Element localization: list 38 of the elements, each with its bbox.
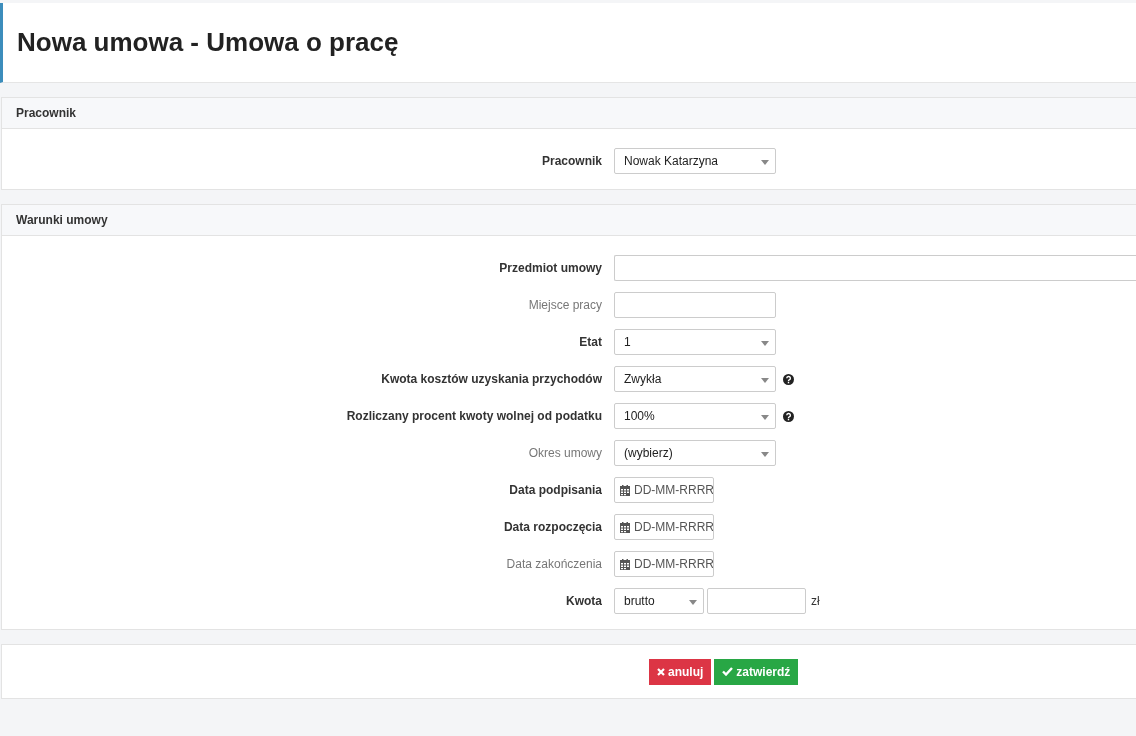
caret-icon xyxy=(761,341,769,346)
input-field[interactable] xyxy=(614,292,776,318)
date-field[interactable]: DD-MM-RRRR xyxy=(614,514,714,540)
field-label: Etat xyxy=(578,335,603,349)
select-field[interactable]: 100% xyxy=(614,403,776,429)
amount-input[interactable] xyxy=(707,588,806,614)
panel-title: Warunki umowy xyxy=(16,213,108,227)
field-label: Przedmiot umowy xyxy=(498,261,603,275)
help-icon[interactable] xyxy=(783,410,794,422)
page-title: Nowa umowa - Umowa o pracę xyxy=(17,27,399,58)
panel-title: Pracownik xyxy=(16,106,77,120)
field-label: Data zakończenia xyxy=(505,557,603,571)
select-field[interactable]: brutto xyxy=(614,588,704,614)
close-icon xyxy=(657,667,665,676)
caret-icon xyxy=(761,415,769,420)
caret-icon xyxy=(761,378,769,383)
caret-icon xyxy=(761,452,769,457)
input-field[interactable] xyxy=(614,255,1136,281)
field-label: Miejsce pracy xyxy=(527,298,603,312)
cancel-button[interactable]: anuluj xyxy=(649,658,712,685)
select-field[interactable]: Zwykła xyxy=(614,366,776,392)
field-label: Okres umowy xyxy=(527,446,603,460)
caret-icon xyxy=(689,600,697,605)
date-field[interactable]: DD-MM-RRRR xyxy=(614,477,714,503)
currency-label: zł xyxy=(811,594,820,608)
help-icon[interactable] xyxy=(783,373,794,385)
field-label: Data rozpoczęcia xyxy=(502,520,603,534)
field-label: Rozliczany procent kwoty wolnej od podatku xyxy=(345,409,603,423)
select-field[interactable]: 1 xyxy=(614,329,776,355)
field-label: Pracownik xyxy=(540,154,603,168)
field-label: Kwota kosztów uzyskania przychodów xyxy=(380,372,603,386)
field-label: Data podpisania xyxy=(508,483,603,497)
caret-icon xyxy=(761,160,769,165)
checkmark-icon xyxy=(722,667,734,676)
date-field[interactable]: DD-MM-RRRR xyxy=(614,551,714,577)
field-label: Kwota xyxy=(565,594,603,608)
select-field[interactable]: (wybierz) xyxy=(614,440,776,466)
select-field[interactable]: Nowak Katarzyna xyxy=(614,148,776,174)
